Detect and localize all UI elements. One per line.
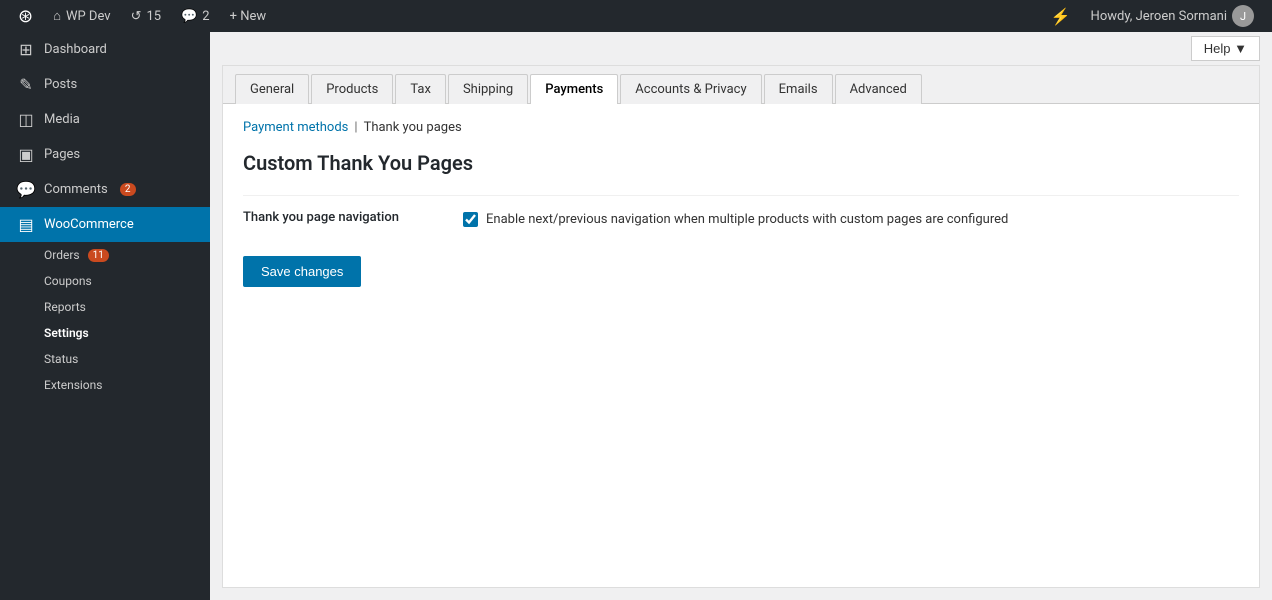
breadcrumb-current: Thank you pages [364, 120, 462, 135]
sidebar-submenu-reports[interactable]: Reports [0, 294, 210, 320]
sidebar-submenu-orders[interactable]: Orders 11 [0, 242, 210, 268]
sidebar-item-posts[interactable]: ✎ Posts [0, 67, 210, 102]
wp-icon: ⊛ [18, 6, 33, 27]
wp-layout: ⊞ Dashboard ✎ Posts ◫ Media ▣ Pages 💬 Co… [0, 32, 1272, 600]
new-item[interactable]: + New [220, 0, 277, 32]
setting-value: Enable next/previous navigation when mul… [463, 196, 1239, 244]
tab-advanced[interactable]: Advanced [835, 74, 922, 104]
page-body: Payment methods | Thank you pages Custom… [223, 104, 1259, 303]
user-avatar: J [1232, 5, 1254, 27]
checkbox-row: Enable next/previous navigation when mul… [463, 210, 1239, 230]
content-wrap: General Products Tax Shipping Payments A… [222, 65, 1260, 588]
sidebar: ⊞ Dashboard ✎ Posts ◫ Media ▣ Pages 💬 Co… [0, 32, 210, 600]
pages-icon: ▣ [16, 145, 36, 164]
sidebar-item-comments[interactable]: 💬 Comments 2 [0, 172, 210, 207]
woocommerce-icon: ▤ [16, 215, 36, 234]
page-title: Custom Thank You Pages [243, 151, 1239, 175]
main-content: Help ▼ General Products Tax Shipping [210, 32, 1272, 600]
sidebar-item-pages[interactable]: ▣ Pages [0, 137, 210, 172]
lightning-item[interactable]: ⚡ [1041, 0, 1081, 32]
sidebar-submenu-extensions[interactable]: Extensions [0, 372, 210, 398]
save-changes-button[interactable]: Save changes [243, 256, 361, 287]
navigation-checkbox[interactable] [463, 212, 478, 227]
help-bar: Help ▼ [210, 32, 1272, 65]
help-button[interactable]: Help ▼ [1191, 36, 1260, 61]
comments-icon: 💬 [16, 180, 36, 199]
sidebar-item-woocommerce[interactable]: ▤ WooCommerce [0, 207, 210, 242]
breadcrumb-link[interactable]: Payment methods [243, 120, 348, 135]
tab-general[interactable]: General [235, 74, 309, 104]
updates-icon: ↺ [131, 9, 142, 24]
sidebar-submenu-settings[interactable]: Settings [0, 320, 210, 346]
checkbox-label: Enable next/previous navigation when mul… [486, 210, 1008, 230]
comments-icon: 💬 [181, 9, 197, 24]
tab-payments[interactable]: Payments [530, 74, 618, 104]
sidebar-item-media[interactable]: ◫ Media [0, 102, 210, 137]
tab-products[interactable]: Products [311, 74, 393, 104]
media-icon: ◫ [16, 110, 36, 129]
tab-tax[interactable]: Tax [395, 74, 446, 104]
comments-item[interactable]: 💬 2 [171, 0, 220, 32]
lightning-icon: ⚡ [1051, 7, 1071, 26]
adminbar-right: ⚡ Howdy, Jeroen Sormani J [1041, 0, 1264, 32]
setting-label: Thank you page navigation [243, 196, 463, 244]
admin-bar: ⊛ ⌂ WP Dev ↺ 15 💬 2 + New ⚡ Howdy, Jeroe… [0, 0, 1272, 32]
table-row: Thank you page navigation Enable next/pr… [243, 196, 1239, 244]
breadcrumb: Payment methods | Thank you pages [243, 120, 1239, 135]
sidebar-submenu-status[interactable]: Status [0, 346, 210, 372]
sidebar-submenu-coupons[interactable]: Coupons [0, 268, 210, 294]
tab-emails[interactable]: Emails [764, 74, 833, 104]
settings-table: Thank you page navigation Enable next/pr… [243, 195, 1239, 244]
breadcrumb-separator: | [354, 120, 357, 135]
orders-badge: 11 [88, 249, 109, 262]
site-name[interactable]: ⌂ WP Dev [43, 0, 120, 32]
tab-shipping[interactable]: Shipping [448, 74, 528, 104]
user-greeting[interactable]: Howdy, Jeroen Sormani J [1081, 0, 1264, 32]
comments-badge: 2 [120, 183, 136, 196]
tab-accounts[interactable]: Accounts & Privacy [620, 74, 761, 104]
sidebar-item-dashboard[interactable]: ⊞ Dashboard [0, 32, 210, 67]
wp-logo[interactable]: ⊛ [8, 0, 43, 32]
home-icon: ⌂ [53, 8, 61, 24]
settings-tabs: General Products Tax Shipping Payments A… [223, 66, 1259, 104]
dashboard-icon: ⊞ [16, 40, 36, 59]
updates-item[interactable]: ↺ 15 [121, 0, 172, 32]
posts-icon: ✎ [16, 75, 36, 94]
